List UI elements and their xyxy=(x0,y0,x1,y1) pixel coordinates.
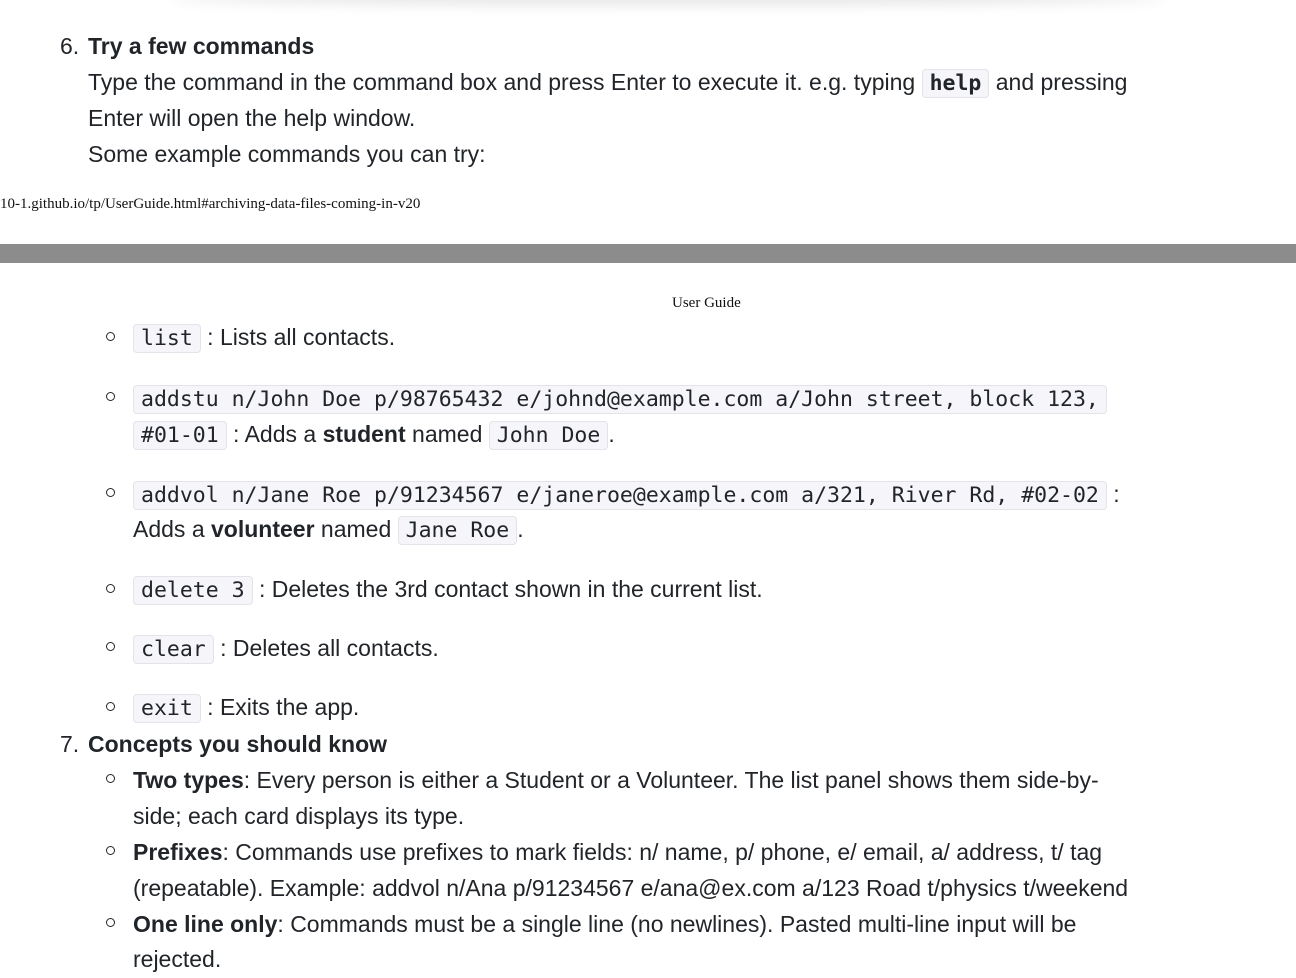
student-bold: student xyxy=(322,421,406,447)
list-code: list xyxy=(133,324,201,353)
text: : Exits the app. xyxy=(200,694,360,720)
addstu-code: addstu n/John Doe p/98765432 e/johnd@exa… xyxy=(133,385,1107,414)
volunteer-bold: volunteer xyxy=(211,516,315,542)
text: Type the command in the command box and … xyxy=(88,69,922,95)
john-doe-code: John Doe xyxy=(488,421,609,450)
command-exit-item: exit : Exits the app. xyxy=(133,689,359,727)
bullet-icon xyxy=(106,488,118,500)
text: : Every person is either a Student or a … xyxy=(243,767,1099,793)
concept-types-line-1: Two types: Every person is either a Stud… xyxy=(133,762,1099,798)
command-addvol-line-2: Adds a volunteer named Jane Roe. xyxy=(133,511,524,549)
bullet-icon xyxy=(106,584,118,596)
text: : Deletes all contacts. xyxy=(213,635,439,661)
text: : Commands must be a single line (no new… xyxy=(277,911,1077,937)
bullet-icon xyxy=(106,918,118,930)
page-break-bar xyxy=(0,244,1296,263)
step-6-line-2: Enter will open the help window. xyxy=(88,105,416,131)
two-types-bold: Two types xyxy=(133,767,244,793)
delete-code: delete 3 xyxy=(133,576,253,605)
concept-prefixes-line-1: Prefixes: Commands use prefixes to mark … xyxy=(133,834,1102,870)
clear-code: clear xyxy=(133,635,214,664)
text: named xyxy=(405,421,489,447)
text: : xyxy=(1106,481,1120,507)
bullet-icon xyxy=(106,774,118,786)
text: Adds a xyxy=(133,516,211,542)
command-addstu-line-2: #01-01 : Adds a student named John Doe. xyxy=(133,416,615,454)
exit-code: exit xyxy=(133,694,201,723)
bullet-icon xyxy=(106,702,118,714)
command-clear-item: clear : Deletes all contacts. xyxy=(133,630,439,668)
prefixes-bold: Prefixes xyxy=(133,839,223,865)
concept-prefixes-line-2: (repeatable). Example: addvol n/Ana p/91… xyxy=(133,875,1129,901)
text: : Commands use prefixes to mark fields: … xyxy=(222,839,1103,865)
addstu-code-cont: #01-01 xyxy=(133,421,227,450)
text: : Lists all contacts. xyxy=(200,324,396,350)
step-6-heading: Try a few commands xyxy=(88,33,315,59)
bullet-icon xyxy=(106,846,118,858)
bullet-icon xyxy=(106,392,118,404)
command-addvol-line-1: addvol n/Jane Roe p/91234567 e/janeroe@e… xyxy=(133,476,1120,514)
step-7-number: 7. xyxy=(60,731,80,757)
concept-types-line-2: side; each card displays its type. xyxy=(133,803,465,829)
print-header-title: User Guide xyxy=(672,295,741,311)
text: named xyxy=(314,516,398,542)
step-6-line-1: Type the command in the command box and … xyxy=(88,64,1127,102)
text: : Deletes the 3rd contact shown in the c… xyxy=(252,576,763,602)
help-code: help xyxy=(921,69,990,98)
print-footer-url: 10-1.github.io/tp/UserGuide.html#archivi… xyxy=(0,196,421,212)
text: and pressing xyxy=(989,69,1128,95)
step-7-heading: Concepts you should know xyxy=(88,731,388,757)
bullet-icon xyxy=(106,332,118,344)
addvol-code: addvol n/Jane Roe p/91234567 e/janeroe@e… xyxy=(133,481,1107,510)
text: . xyxy=(517,516,524,542)
command-delete-item: delete 3 : Deletes the 3rd contact shown… xyxy=(133,571,763,609)
concept-oneline-line-1: One line only: Commands must be a single… xyxy=(133,906,1076,942)
text: . xyxy=(608,421,615,447)
bullet-icon xyxy=(106,642,118,654)
one-line-only-bold: One line only xyxy=(133,911,278,937)
text: : Adds a xyxy=(226,421,323,447)
command-list-item: list : Lists all contacts. xyxy=(133,319,395,357)
step-6-line-3: Some example commands you can try: xyxy=(88,141,486,167)
concept-oneline-line-2: rejected. xyxy=(133,946,222,972)
step-6-number: 6. xyxy=(60,33,80,59)
jane-roe-code: Jane Roe xyxy=(397,516,518,545)
command-addstu-line-1: addstu n/John Doe p/98765432 e/johnd@exa… xyxy=(133,380,1107,418)
